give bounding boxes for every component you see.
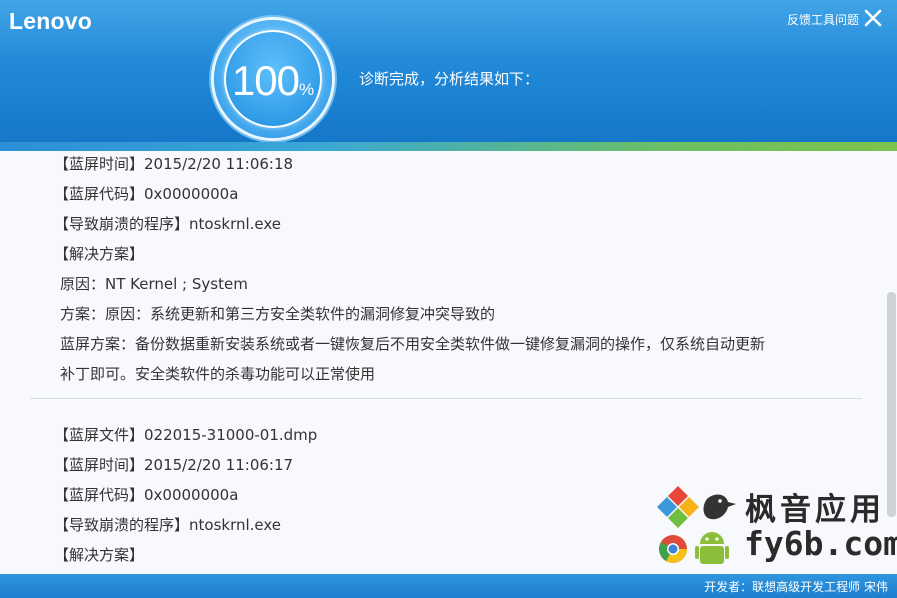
- progress-number: 100: [231, 57, 300, 104]
- watermark-domain: fy6b.com: [744, 524, 897, 563]
- entry1-cause: 原因：NT Kernel ; System: [60, 275, 248, 293]
- feedback-link[interactable]: 反馈工具问题: [787, 11, 859, 28]
- entry2-time: 【蓝屏时间】2015/2/20 11:06:17: [54, 456, 294, 474]
- entry1-bsod-plan-line1: 蓝屏方案：备份数据重新安装系统或者一键恢复后不用安全类软件做一键修复漏洞的操作，…: [60, 335, 766, 353]
- watermark-logo-icon: [656, 482, 738, 570]
- lenovo-logo: Lenovo: [9, 8, 92, 34]
- entry2-solution-heading: 【解决方案】: [54, 546, 145, 564]
- watermark-title: 枫音应用: [745, 492, 885, 528]
- entry1-time: 【蓝屏时间】2015/2/20 11:06:18: [54, 155, 294, 173]
- close-icon[interactable]: [864, 9, 882, 27]
- entry1-code: 【蓝屏代码】0x0000000a: [54, 185, 239, 203]
- progress-inner-circle: 100%: [224, 30, 322, 128]
- progress-unit: %: [298, 80, 315, 99]
- entry1-solution-heading: 【解决方案】: [54, 245, 145, 263]
- footer-bar: 开发者：联想高级开发工程师 宋伟: [0, 574, 897, 598]
- entry1-bsod-plan-line2: 补丁即可。安全类软件的杀毒功能可以正常使用: [60, 365, 376, 383]
- entry2-program: 【导致崩溃的程序】ntoskrnl.exe: [54, 516, 282, 534]
- developer-credit: 开发者：联想高级开发工程师 宋伟: [704, 580, 888, 594]
- entry1-plan: 方案：原因：系统更新和第三方安全类软件的漏洞修复冲突导致的: [60, 305, 496, 323]
- diagnosis-status: 诊断完成，分析结果如下：: [359, 70, 540, 88]
- header-accent-stripe: [0, 142, 897, 151]
- header-bar: Lenovo 反馈工具问题 100% 诊断完成，分析结果如下：: [0, 0, 897, 142]
- entry1-program: 【导致崩溃的程序】ntoskrnl.exe: [54, 215, 282, 233]
- entry-divider: [30, 398, 862, 399]
- scrollbar-thumb[interactable]: [887, 292, 896, 517]
- progress-ring: 100%: [214, 20, 332, 138]
- entry2-code: 【蓝屏代码】0x0000000a: [54, 486, 239, 504]
- entry2-file: 【蓝屏文件】022015-31000-01.dmp: [54, 426, 318, 444]
- progress-value: 100%: [224, 60, 322, 111]
